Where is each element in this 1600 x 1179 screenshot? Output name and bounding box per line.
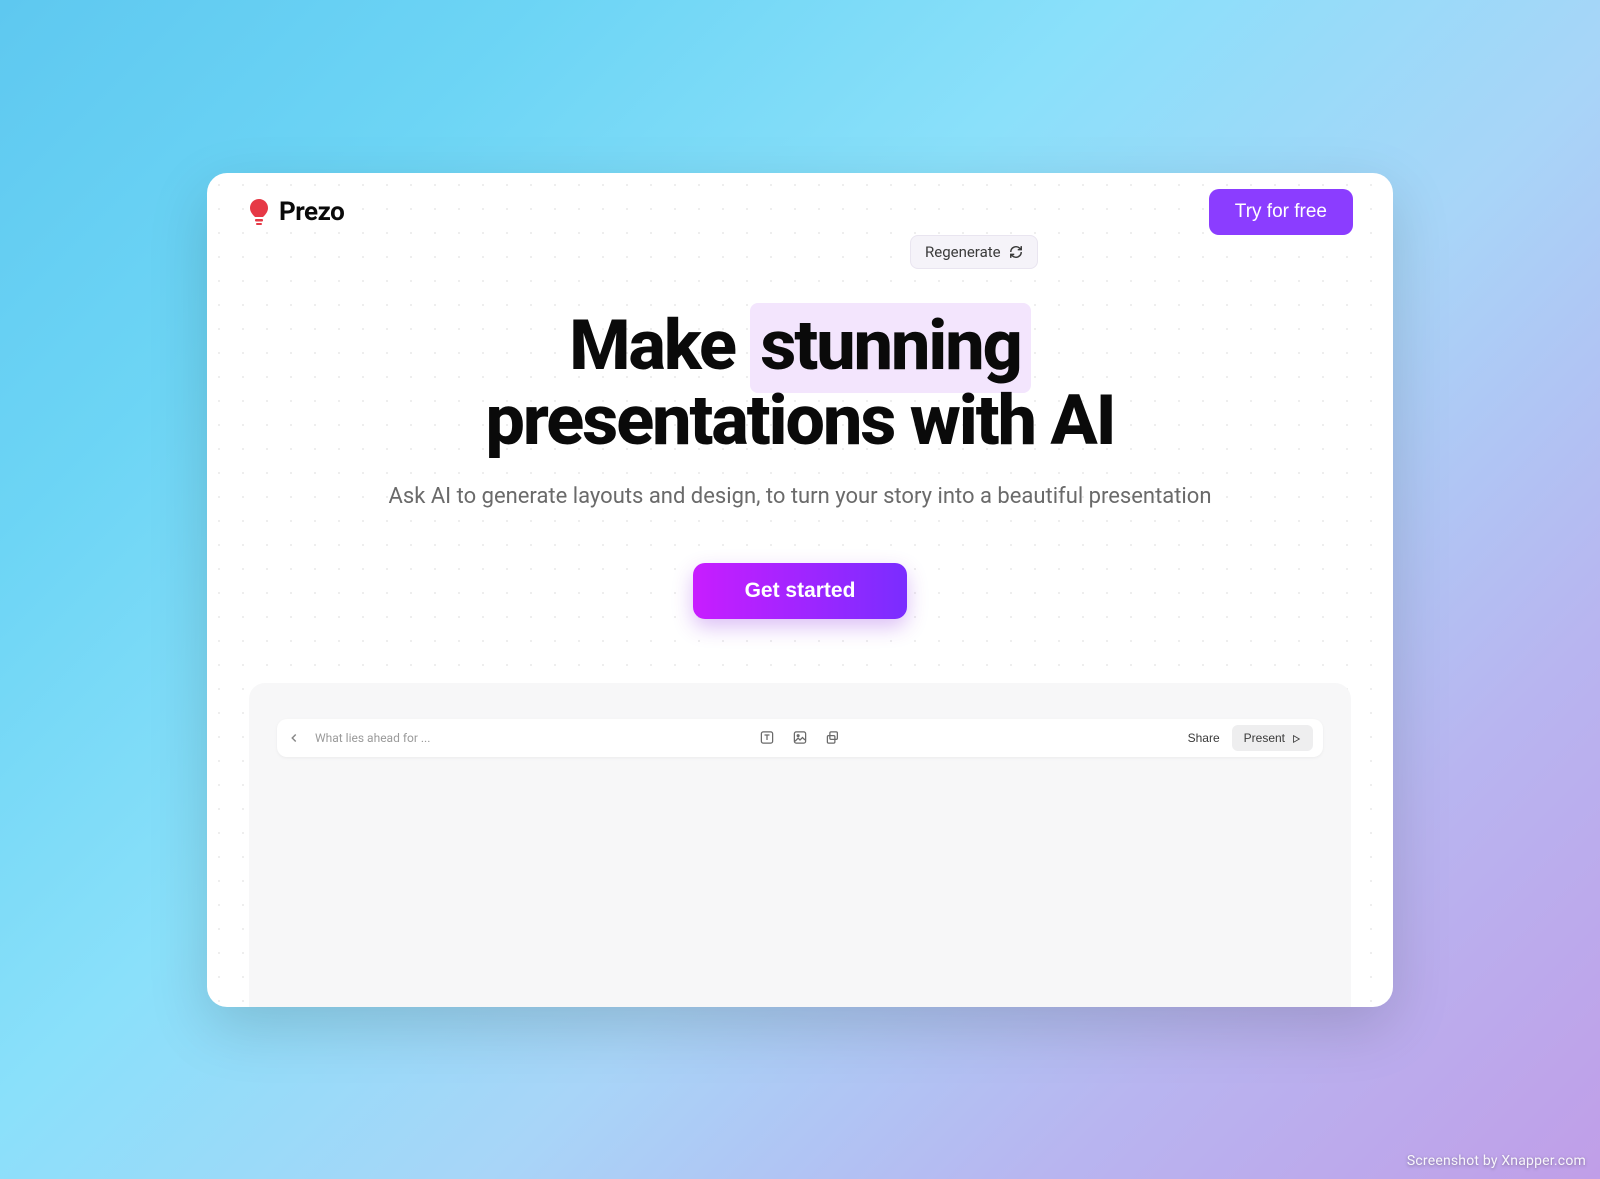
shape-tool-icon[interactable] (826, 730, 841, 745)
watermark: Screenshot by Xnapper.com (1407, 1153, 1586, 1169)
play-icon (1291, 733, 1301, 743)
preview-title: What lies ahead for ... (315, 731, 430, 745)
regenerate-label: Regenerate (925, 243, 1001, 261)
subheadline: Ask AI to generate layouts and design, t… (207, 484, 1393, 509)
preview-toolbar: What lies ahead for ... (277, 719, 1323, 757)
headline: Make stunning presentations with AI (207, 309, 1393, 460)
preview-panel: What lies ahead for ... (249, 683, 1351, 1007)
share-button[interactable]: Share (1188, 731, 1220, 745)
regenerate-button[interactable]: Regenerate (910, 235, 1038, 269)
get-started-button[interactable]: Get started (693, 563, 908, 619)
logo-text: Prezo (279, 197, 344, 227)
present-button[interactable]: Present (1232, 725, 1313, 751)
refresh-icon (1009, 245, 1023, 259)
back-button[interactable] (287, 731, 301, 745)
image-tool-icon[interactable] (793, 730, 808, 745)
headline-line2: presentations with AI (485, 380, 1114, 462)
text-tool-icon[interactable] (760, 730, 775, 745)
toolbar-center (760, 730, 841, 745)
try-free-button[interactable]: Try for free (1209, 189, 1353, 235)
headline-prefix: Make (569, 305, 750, 387)
hero-section: Regenerate Make stunning presentations w… (207, 235, 1393, 619)
headline-highlight: stunning (750, 303, 1030, 393)
header: Prezo Try for free (207, 173, 1393, 235)
present-label: Present (1244, 731, 1285, 745)
bulb-icon (247, 197, 271, 227)
toolbar-right: Share Present (1188, 725, 1313, 751)
toolbar-left: What lies ahead for ... (287, 731, 430, 745)
app-window: Prezo Try for free Regenerate Make stunn… (207, 173, 1393, 1007)
logo[interactable]: Prezo (247, 197, 344, 227)
